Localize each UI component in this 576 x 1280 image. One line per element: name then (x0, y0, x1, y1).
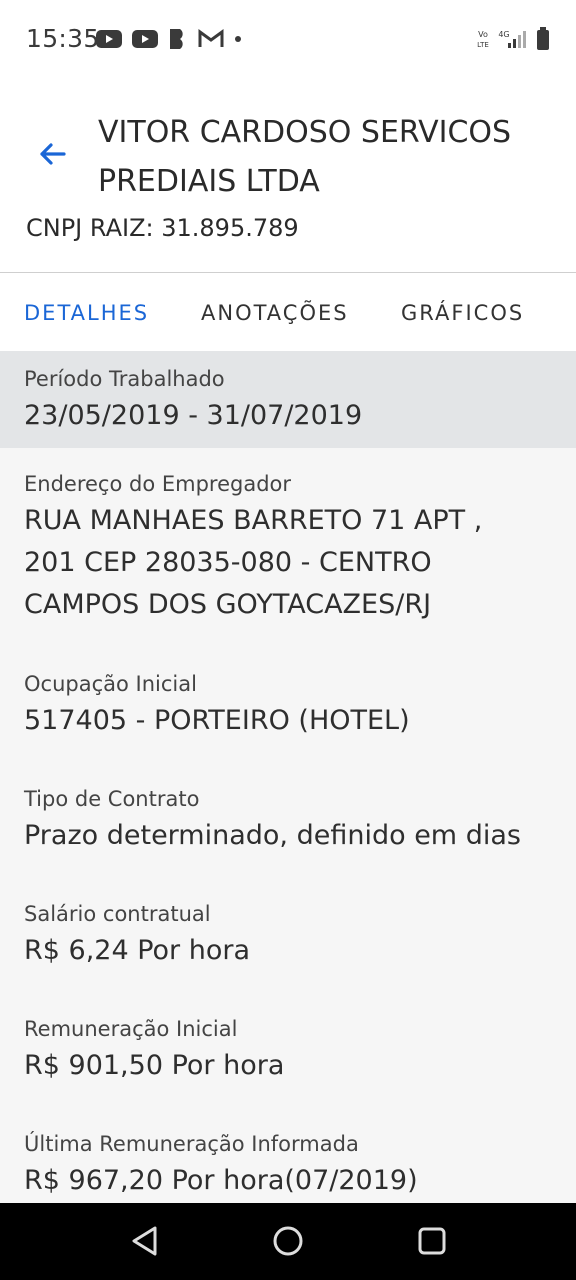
detail-value: 23/05/2019 - 31/07/2019 (24, 400, 363, 431)
company-name-line2: PREDIAIS LTDA (98, 164, 320, 199)
back-triangle-icon (132, 1226, 157, 1256)
detail-label: Última Remuneração Informada (24, 1132, 359, 1156)
dot-icon (235, 36, 241, 42)
address-line: RUA MANHAES BARRETO 71 APT , (24, 505, 483, 536)
address-line: 201 CEP 28035-080 - CENTRO (24, 547, 432, 578)
back-button[interactable] (34, 136, 70, 172)
details-list: Período Trabalhado 23/05/2019 - 31/07/20… (0, 351, 576, 1203)
detail-label: Endereço do Empregador (24, 472, 292, 496)
app-header: VITOR CARDOSO SERVICOS PREDIAIS LTDA CNP… (0, 80, 576, 273)
status-time: 15:35 (26, 24, 100, 53)
cnpj-root: CNPJ RAIZ: 31.895.789 (26, 214, 299, 242)
detail-value: R$ 967,20 Por hora(07/2019) (24, 1165, 418, 1196)
tab-anotacoes[interactable]: ANOTAÇÕES (201, 301, 349, 325)
nav-home-button[interactable] (270, 1223, 306, 1259)
arrow-left-icon (40, 143, 66, 165)
volte-lte-icon: Vo LTE (477, 30, 489, 49)
company-name-line1: VITOR CARDOSO SERVICOS (98, 115, 512, 150)
detail-label: Tipo de Contrato (24, 787, 200, 811)
detail-value: 517405 - PORTEIRO (HOTEL) (24, 705, 410, 736)
detail-value: RUA MANHAES BARRETO 71 APT , 201 CEP 280… (24, 500, 544, 626)
detail-label: Período Trabalhado (24, 367, 225, 391)
gmail-icon (198, 29, 224, 47)
company-name: VITOR CARDOSO SERVICOS PREDIAIS LTDA (98, 108, 558, 206)
notification-icons (96, 26, 242, 52)
recents-square-icon (418, 1227, 446, 1255)
tab-graficos[interactable]: GRÁFICOS (401, 301, 524, 325)
tab-bar: DETALHES ANOTAÇÕES GRÁFICOS (0, 273, 576, 351)
svg-text:Vo: Vo (478, 30, 488, 39)
svg-text:LTE: LTE (477, 41, 489, 49)
detail-label: Remuneração Inicial (24, 1017, 238, 1041)
detail-label: Ocupação Inicial (24, 672, 197, 696)
detail-endereco[interactable]: Endereço do Empregador RUA MANHAES BARRE… (0, 448, 576, 648)
4g-icon: 4G (498, 30, 526, 48)
detail-salario[interactable]: Salário contratual R$ 6,24 Por hora (0, 878, 576, 993)
youtube-icon (96, 30, 122, 48)
youtube-icon (132, 30, 158, 48)
detail-value: R$ 6,24 Por hora (24, 935, 251, 966)
detail-ocupacao[interactable]: Ocupação Inicial 517405 - PORTEIRO (HOTE… (0, 648, 576, 763)
home-circle-icon (273, 1226, 303, 1256)
nav-recents-button[interactable] (414, 1223, 450, 1259)
b-app-icon (170, 29, 183, 49)
detail-value: Prazo determinado, definido em dias (24, 820, 521, 851)
detail-label: Salário contratual (24, 902, 211, 926)
detail-remuneracao-inicial[interactable]: Remuneração Inicial R$ 901,50 Por hora (0, 993, 576, 1108)
detail-periodo[interactable]: Período Trabalhado 23/05/2019 - 31/07/20… (0, 351, 576, 448)
detail-tipo-contrato[interactable]: Tipo de Contrato Prazo determinado, defi… (0, 763, 576, 878)
tab-detalhes[interactable]: DETALHES (24, 301, 149, 325)
detail-ultima-remuneracao[interactable]: Última Remuneração Informada R$ 967,20 P… (0, 1108, 576, 1203)
nav-back-button[interactable] (126, 1223, 162, 1259)
system-nav-bar (0, 1203, 576, 1280)
system-icons: Vo LTE 4G (476, 26, 550, 52)
status-bar: 15:35 Vo LTE 4G (0, 0, 576, 80)
detail-value: R$ 901,50 Por hora (24, 1050, 285, 1081)
svg-text:4G: 4G (498, 30, 509, 39)
address-line: CAMPOS DOS GOYTACAZES/RJ (24, 589, 432, 620)
battery-icon (537, 27, 549, 50)
